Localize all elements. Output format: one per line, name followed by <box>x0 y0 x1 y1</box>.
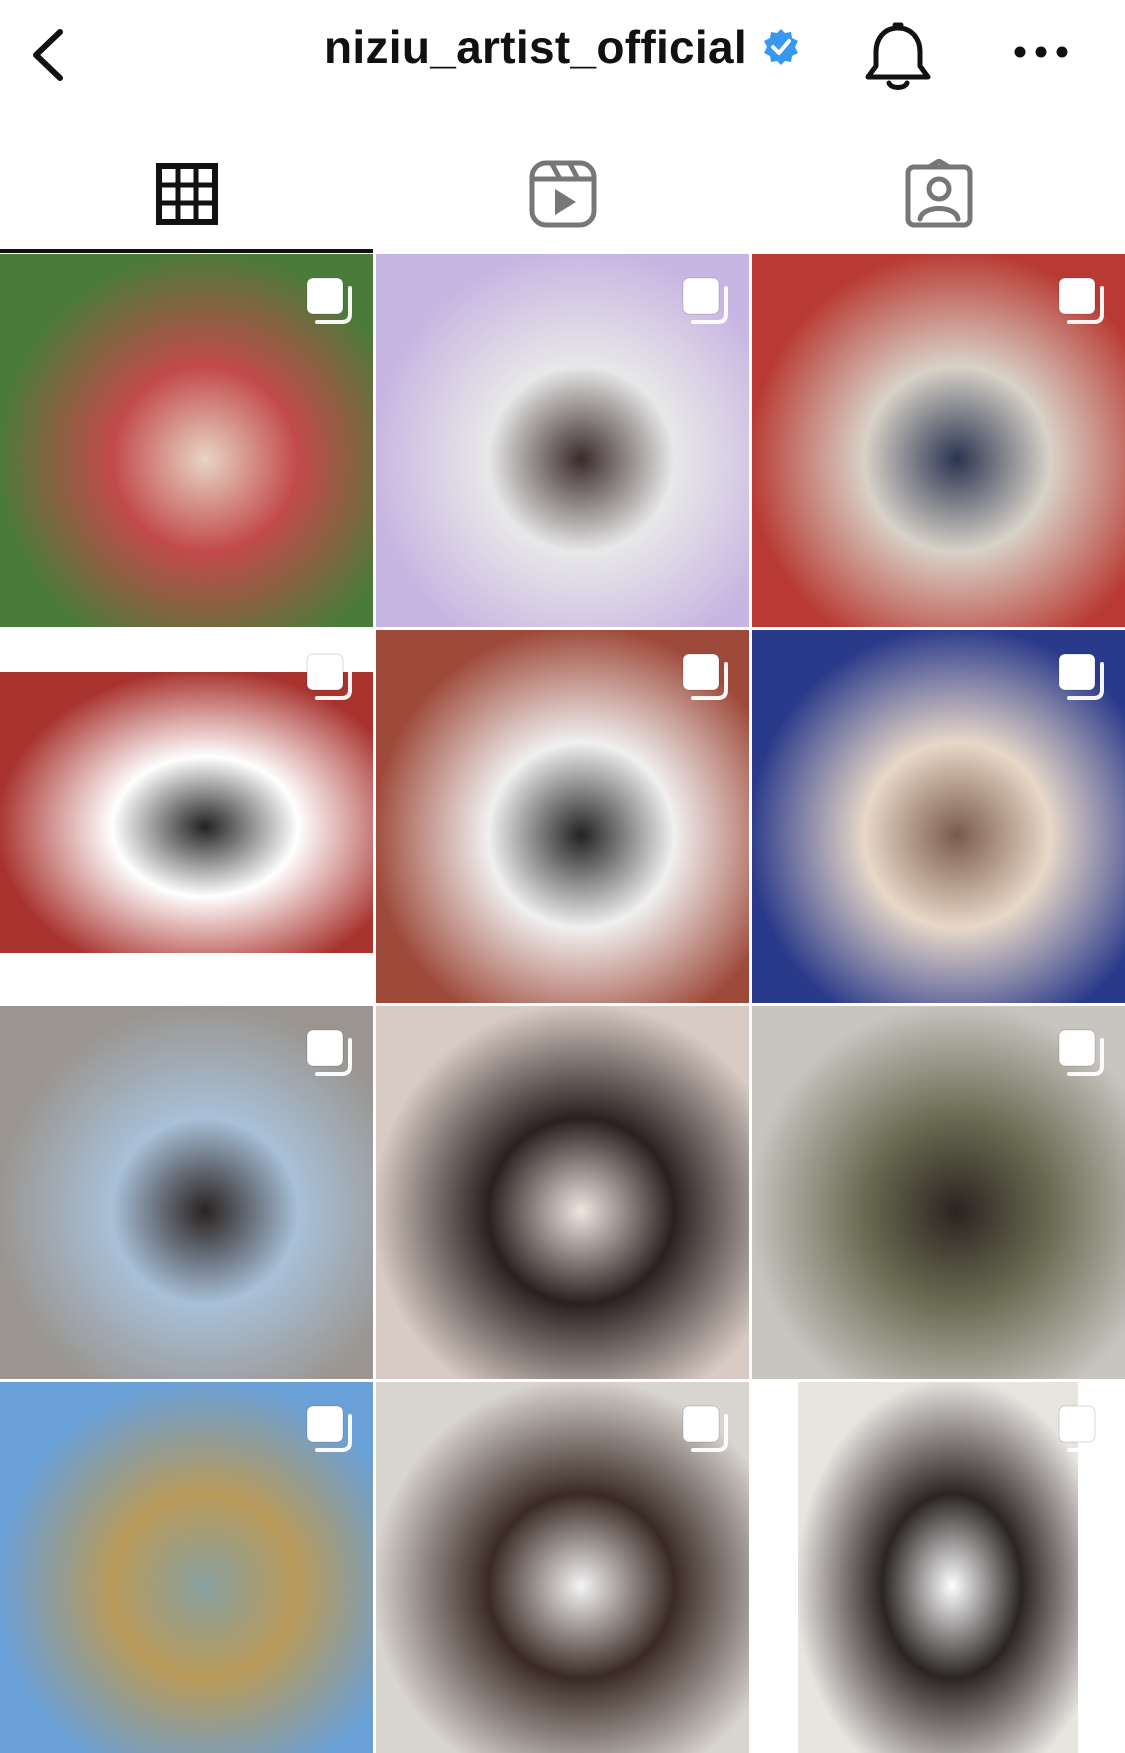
tagged-user-icon <box>905 159 972 228</box>
tab-posts-grid[interactable] <box>0 135 373 253</box>
post-thumbnail[interactable] <box>752 630 1125 1003</box>
multiple-photos-icon <box>306 1029 352 1076</box>
post-thumbnail[interactable] <box>0 254 373 627</box>
multiple-photos-icon <box>306 277 352 324</box>
bell-icon[interactable] <box>858 20 938 94</box>
reels-icon <box>529 160 596 228</box>
multiple-photos-icon <box>306 653 352 700</box>
multiple-photos-icon <box>1058 653 1104 700</box>
profile-tabs <box>0 135 1125 253</box>
top-bar: niziu_artist_official <box>0 0 1125 110</box>
post-thumbnail[interactable] <box>376 630 749 1003</box>
post-thumbnail[interactable] <box>0 630 373 1003</box>
multiple-photos-icon <box>306 1405 352 1452</box>
post-thumbnail[interactable] <box>0 1006 373 1379</box>
post-thumbnail[interactable] <box>752 1382 1125 1753</box>
post-photo <box>0 672 373 953</box>
multiple-photos-icon <box>682 277 728 324</box>
post-thumbnail[interactable] <box>376 1382 749 1753</box>
grid-icon <box>155 163 218 225</box>
post-photo <box>376 1006 749 1379</box>
tab-reels[interactable] <box>376 135 749 253</box>
post-thumbnail[interactable] <box>376 254 749 627</box>
posts-grid <box>0 254 1125 1753</box>
post-thumbnail[interactable] <box>752 254 1125 627</box>
post-thumbnail[interactable] <box>0 1382 373 1753</box>
multiple-photos-icon <box>1058 277 1104 324</box>
post-photo <box>798 1382 1078 1753</box>
username-title[interactable]: niziu_artist_official <box>324 20 747 74</box>
multiple-photos-icon <box>1058 1029 1104 1076</box>
multiple-photos-icon <box>682 1405 728 1452</box>
post-thumbnail[interactable] <box>752 1006 1125 1379</box>
back-chevron-icon[interactable] <box>24 20 84 90</box>
profile-header: niziu_artist_official <box>324 20 801 74</box>
tab-tagged[interactable] <box>752 135 1125 253</box>
multiple-photos-icon <box>1058 1405 1104 1452</box>
post-thumbnail[interactable] <box>376 1006 749 1379</box>
multiple-photos-icon <box>682 653 728 700</box>
more-icon[interactable] <box>1010 30 1076 74</box>
verified-badge-icon <box>763 29 798 65</box>
